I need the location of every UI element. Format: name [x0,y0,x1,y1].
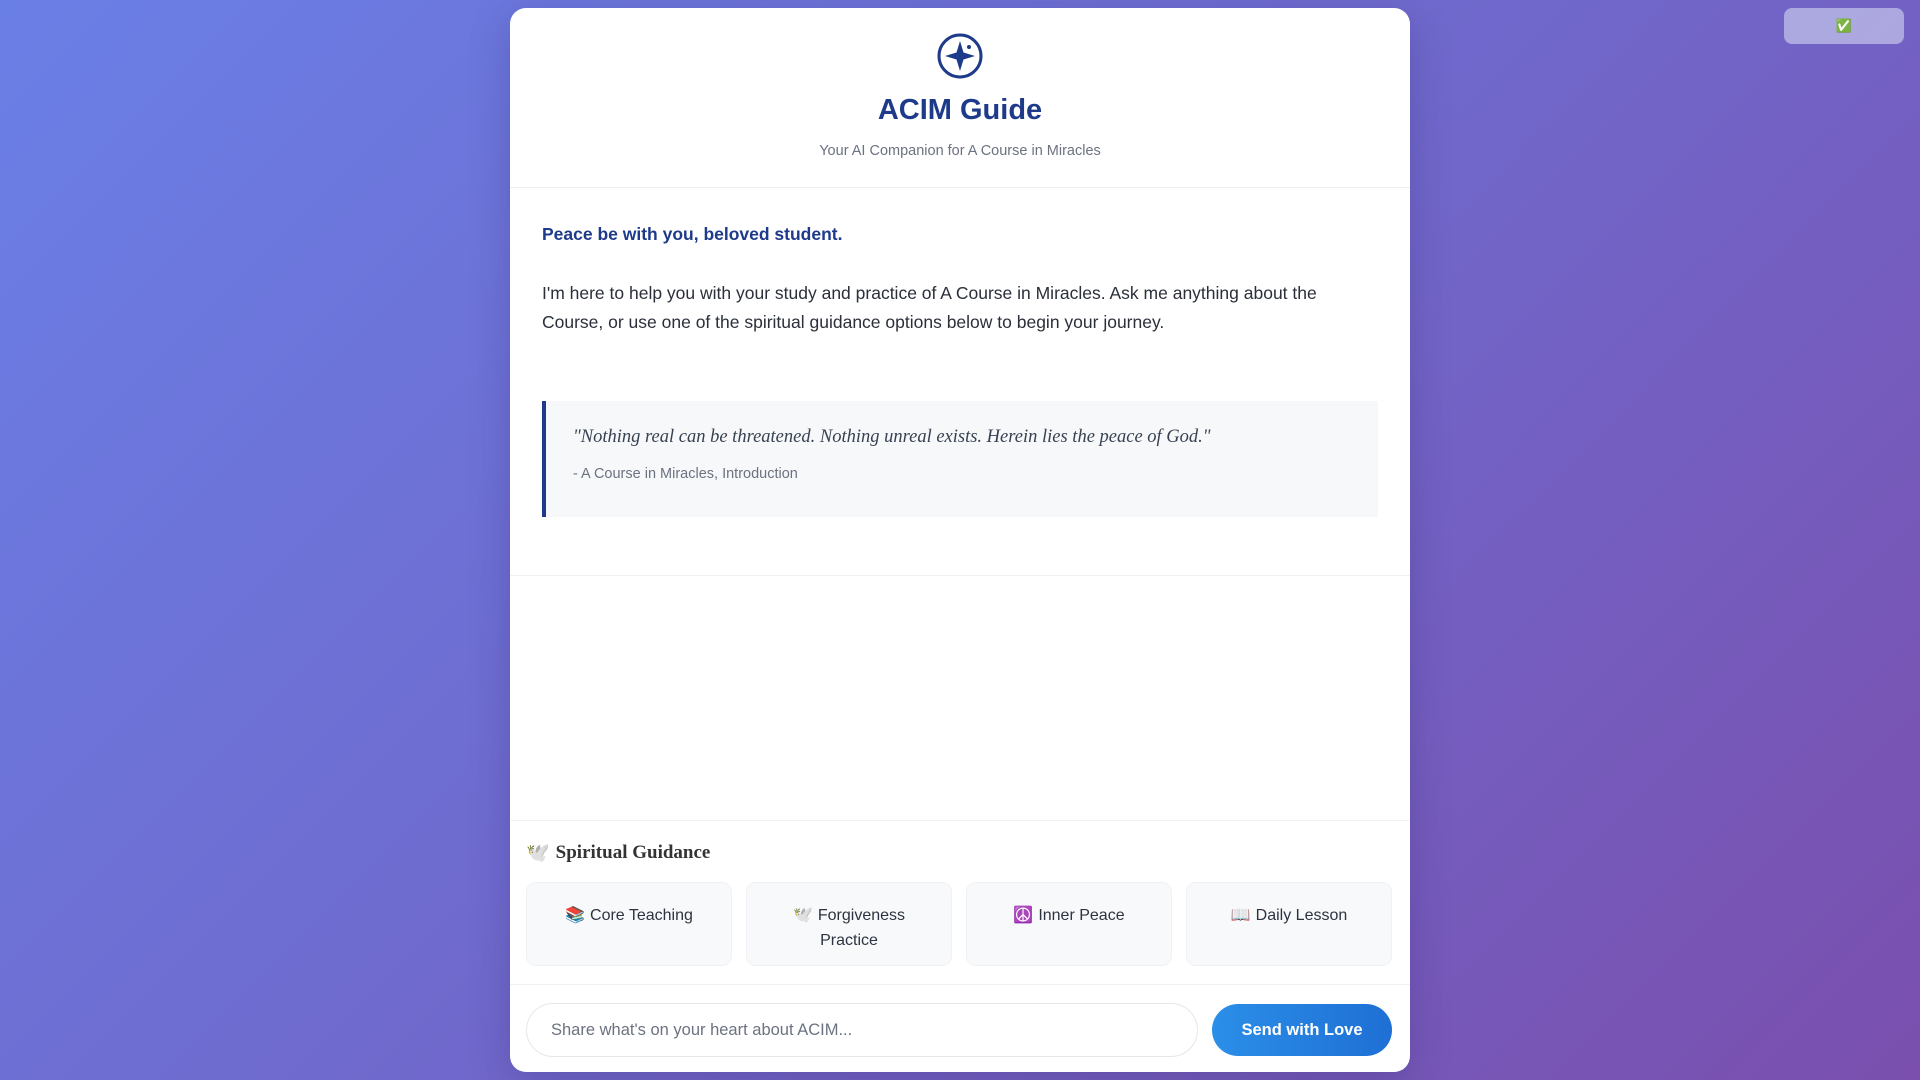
greeting-text: Peace be with you, beloved student. [542,224,843,244]
dove-icon: 🕊️ [526,843,550,864]
button-label: Daily Lesson [1255,907,1348,924]
send-button[interactable]: Send with Love [1212,1004,1392,1056]
guidance-heading: 🕊️ Spiritual Guidance [526,841,1394,865]
inner-peace-button[interactable]: ☮️ Inner Peace [966,882,1172,966]
message-area: Peace be with you, beloved student. I'm … [510,188,1410,576]
quote-text: "Nothing real can be threatened. Nothing… [573,427,1211,447]
star-compass-icon [937,33,983,79]
chat-history-area [510,576,1410,821]
spiritual-guidance-panel: 🕊️ Spiritual Guidance 📚 Core Teaching 🕊️ F… [510,821,1410,985]
checkmark-icon: ✅ [1835,18,1853,33]
app-title: ACIM Guide [877,94,1043,126]
guidance-buttons: 📚 Core Teaching 🕊️ Forgiveness Practice ☮️… [526,882,1394,966]
forgiveness-practice-button[interactable]: 🕊️ Forgiveness Practice [746,882,952,966]
books-icon: 📚 [565,907,586,924]
app-subtitle: Your AI Companion for A Course in Miracl… [819,143,1101,159]
guidance-title: Spiritual Guidance [555,842,711,863]
composer: Send with Love [510,985,1410,1057]
open-book-icon: 📖 [1230,907,1251,924]
chat-card: ACIM Guide Your AI Companion for A Cours… [510,8,1410,1072]
core-teaching-button[interactable]: 📚 Core Teaching [526,882,732,966]
status-badge[interactable]: ✅ [1784,8,1904,44]
intro-text: I'm here to help you with your study and… [542,283,1317,332]
button-label: Core Teaching [590,907,693,924]
message-input[interactable] [526,1003,1198,1057]
button-label: Forgiveness Practice [817,907,906,949]
quote-block: "Nothing real can be threatened. Nothing… [542,401,1378,517]
peace-symbol-icon: ☮️ [1013,907,1034,924]
header: ACIM Guide Your AI Companion for A Cours… [510,8,1410,188]
daily-lesson-button[interactable]: 📖 Daily Lesson [1186,882,1392,966]
button-label: Inner Peace [1038,907,1125,924]
dove-icon: 🕊️ [792,907,813,924]
quote-source: - A Course in Miracles, Introduction [573,466,798,482]
